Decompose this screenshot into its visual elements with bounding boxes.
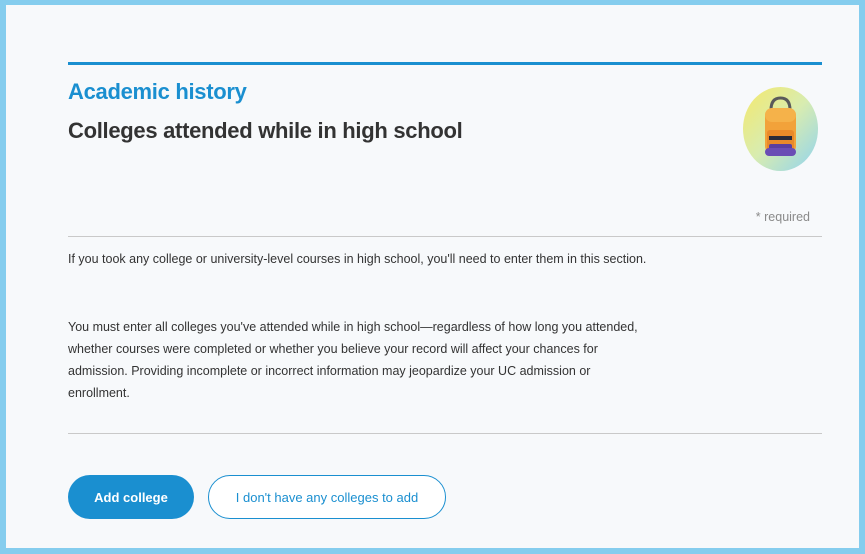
page-title: Colleges attended while in high school bbox=[68, 118, 463, 143]
section-panel: Academic history Colleges attended while… bbox=[6, 5, 859, 548]
required-note: * required bbox=[755, 210, 810, 224]
backpack-icon bbox=[742, 86, 819, 172]
divider bbox=[68, 236, 822, 237]
section-top-rule bbox=[68, 62, 822, 65]
section-label: Academic history bbox=[68, 79, 247, 104]
intro-paragraph: If you took any college or university-le… bbox=[68, 252, 647, 266]
add-college-button[interactable]: Add college bbox=[68, 475, 194, 519]
no-colleges-button[interactable]: I don't have any colleges to add bbox=[208, 475, 446, 519]
divider bbox=[68, 433, 822, 434]
requirements-paragraph: You must enter all colleges you've atten… bbox=[68, 320, 638, 400]
